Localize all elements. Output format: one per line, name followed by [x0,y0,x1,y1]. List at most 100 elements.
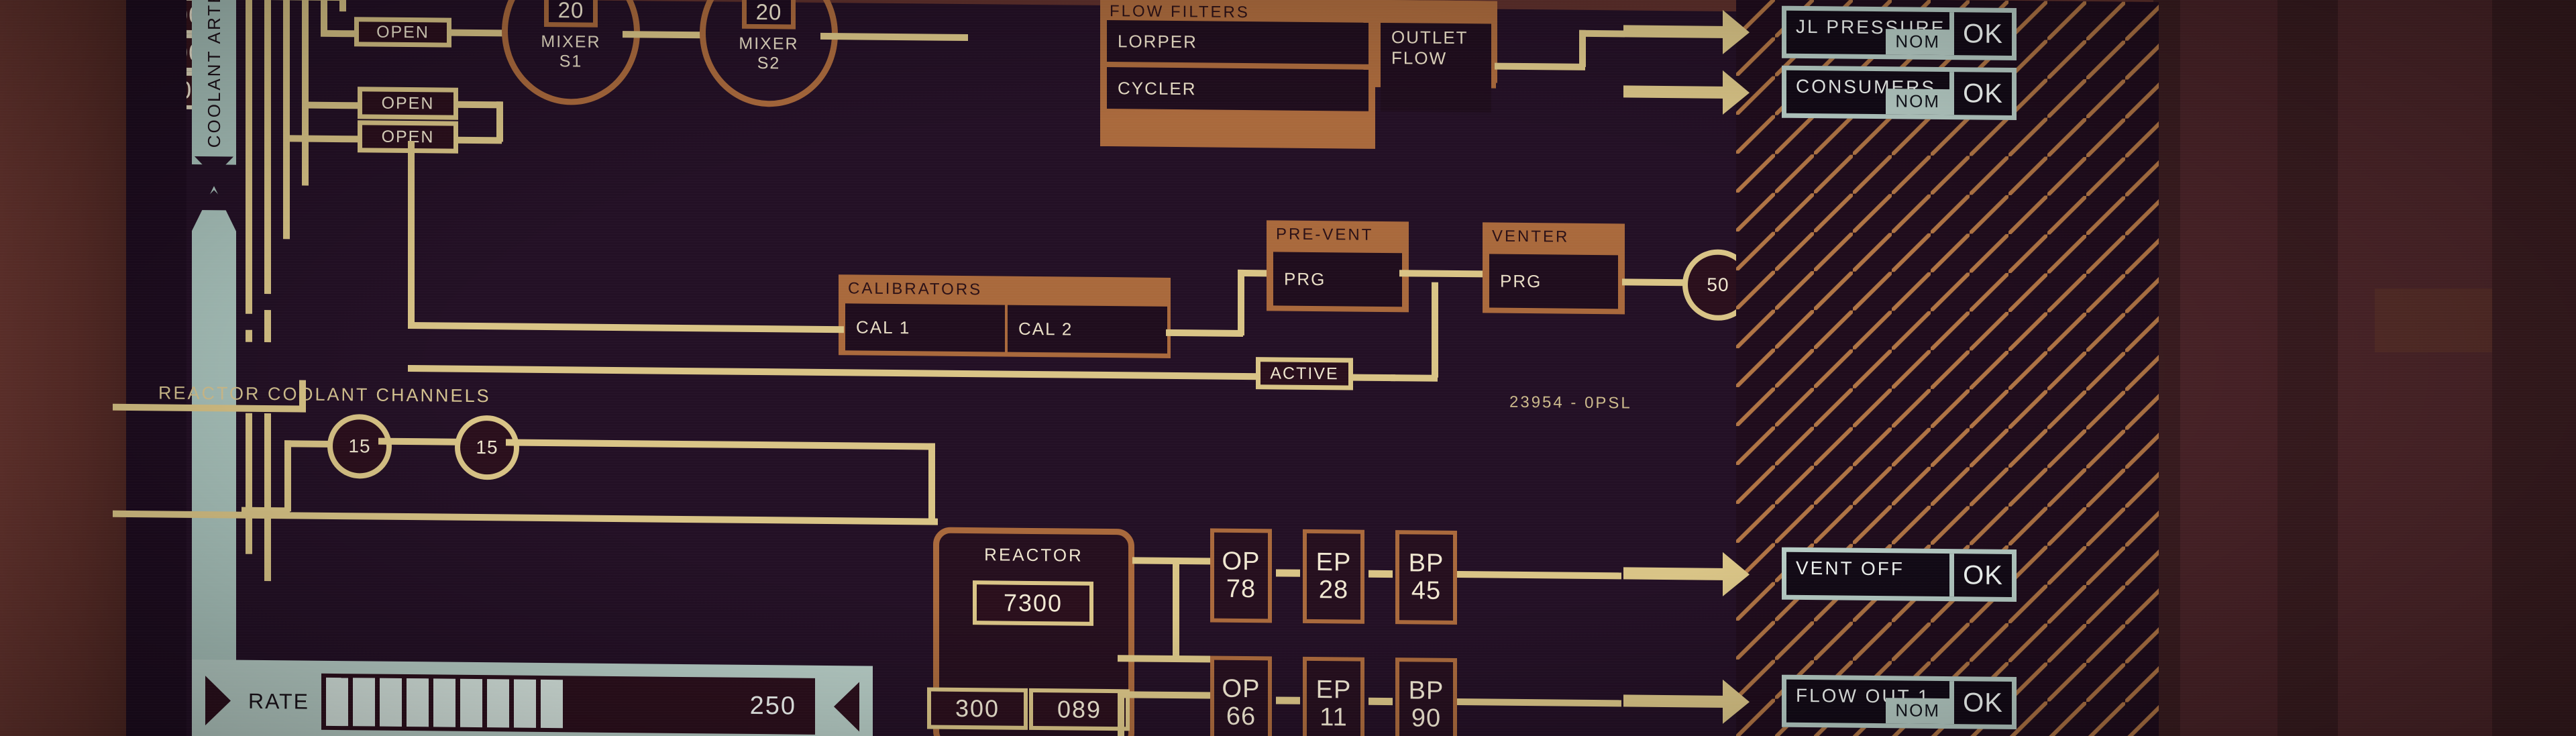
status-row-flow-out-1[interactable]: FLOW OUT 1 NOM OK [1782,674,2017,730]
pressure-cell-ep-1[interactable]: EP 28 [1303,529,1364,624]
status-row-flow-out-1-state: OK [1949,681,2012,725]
rate-increase-arrow-icon[interactable] [834,682,859,732]
reactor-sub-value-1-box[interactable]: 300 [927,687,1028,730]
flow-filter-cycler-label: CYCLER [1118,77,1197,99]
wall-left [0,0,127,736]
status-row-jl-pressure-state: OK [1949,12,2012,56]
reactor-title: REACTOR [984,544,1083,566]
pressure-cell-bp-1-name: BP [1408,549,1444,578]
chain-dash-1a [1276,569,1300,577]
pre-vent-row: PRG [1273,252,1402,307]
reactor-main-value-box[interactable]: 7300 [973,580,1093,626]
flow-filters-title: FLOW FILTERS [1110,2,1250,22]
wire-prevent-to-venter [1399,270,1484,278]
chain-dash-2b [1368,697,1393,706]
active-status-box[interactable]: ACTIVE [1256,357,1353,390]
flow-filter-row-cycler: CYCLER [1107,67,1368,111]
arrow-stem-4 [1623,694,1731,708]
wire-chain1-out [1457,571,1621,580]
pressure-cell-ep-2[interactable]: EP 11 [1303,656,1364,736]
calibrators-title: CALIBRATORS [848,279,983,299]
wire-reactor-out-low [1118,691,1212,699]
rate-control-bar[interactable]: RATE 250 [192,659,873,736]
arrow-stem-2 [1623,85,1731,99]
status-row-consumers-mode: NOM [1886,89,1949,115]
venter-prg-label: PRG [1500,270,1542,291]
chain-dash-1b [1368,570,1393,578]
reactor-module[interactable]: REACTOR 7300 300 089 [927,527,1134,736]
arrow-icon-1 [1723,9,1750,55]
mixer-s2[interactable]: 20 MIXER S2 [700,0,838,108]
wire-active-left [408,365,1260,380]
bus-rail-1 [246,0,252,314]
status-row-jl-pressure-mode: NOM [1886,29,1949,56]
wire-cal-out-rise [1238,269,1244,336]
status-row-consumers[interactable]: CONSUMERS NOM OK [1782,65,2017,121]
reactor-sub-value-2-box[interactable]: 089 [1029,688,1130,731]
valve-open-1[interactable]: OPEN [354,17,451,48]
rate-meter[interactable]: 250 [321,673,815,735]
status-row-consumers-state: OK [1949,72,2012,115]
rate-segment [433,678,455,727]
arrow-stem-1 [1623,25,1731,38]
wire-ch-b-drop [928,443,935,524]
wire-valve1-in [321,30,358,38]
coolant-return-bar [192,186,236,736]
rate-label: RATE [248,688,309,714]
wire-cal-in [408,322,844,333]
mixer-s2-value: 20 [741,0,796,30]
pressure-cell-bp-1[interactable]: BP 45 [1395,530,1457,625]
arrow-icon-3 [1723,551,1750,597]
mixer-s2-name: MIXER S2 [739,34,799,72]
pre-vent-title: PRE-VENT [1276,225,1374,244]
status-row-consumers-left: CONSUMERS NOM [1786,70,1949,115]
pressure-cell-op-1[interactable]: OP 78 [1210,528,1272,623]
wire-cal-to-prevent [1238,269,1268,277]
rate-segment [406,678,429,727]
wire-valve3-in [283,135,364,143]
pressure-cell-ep-2-name: EP [1316,675,1352,704]
wall-glow-patch [2375,288,2492,352]
bus-rail-1-lower [246,329,252,342]
outlet-flow-block: OUTLET FLOW [1381,22,1491,113]
pressure-cell-op-2-value: 66 [1226,702,1256,731]
bus-rail-6 [339,0,346,12]
rate-segment [352,678,375,727]
wire-ch-a2 [284,440,333,448]
outlet-flow-label: OUTLET FLOW [1391,27,1468,68]
pressure-cell-op-2-name: OP [1222,674,1260,704]
wall-right [2153,0,2576,736]
pressure-cell-op-2[interactable]: OP 66 [1210,655,1272,736]
wall-pillar-a [2180,0,2277,736]
valve-open-1-label: OPEN [376,22,429,42]
coolant-artery-label: COOLANT ARTERY [204,0,224,148]
status-row-jl-pressure[interactable]: JL PRESSURE NOM OK [1782,5,2017,61]
bus-rail-4 [302,0,309,186]
rate-segment [513,679,536,728]
reactor-main-value: 7300 [1003,588,1063,617]
pressure-cell-ep-1-value: 28 [1318,576,1349,604]
panel-left-edge [126,0,186,736]
pressure-cell-op-1-name: OP [1222,547,1260,576]
wire-mixer-s1-to-s2 [623,31,703,39]
coolant-channel-node-1[interactable]: 15 [327,413,392,479]
flow-filter-lorper-label: LORPER [1118,30,1197,52]
wire-valve3-out [455,136,502,144]
reactor-sub-value-2: 089 [1057,695,1102,723]
valve-open-2[interactable]: OPEN [358,87,458,120]
bus-rail-3 [283,0,290,240]
arrow-icon-2 [1723,70,1750,115]
mixer-s1[interactable]: 20 MIXER S1 [502,0,640,106]
rate-segment [379,678,402,727]
rate-segment [460,678,482,728]
wire-reactor-out-top [1132,557,1212,565]
status-row-vent-off[interactable]: VENT OFF OK [1782,547,2017,602]
bus-rail-lower-b [264,413,271,582]
pressure-cell-bp-2[interactable]: BP 90 [1395,658,1457,736]
coolant-channel-node-2[interactable]: 15 [455,415,519,480]
calibrator-row-2: CAL 2 [1008,305,1167,354]
rate-segment [540,679,563,729]
vent-node-50-value: 50 [1707,274,1729,295]
wire-active-right [1391,374,1438,382]
rate-decrease-arrow-icon[interactable] [205,676,231,726]
